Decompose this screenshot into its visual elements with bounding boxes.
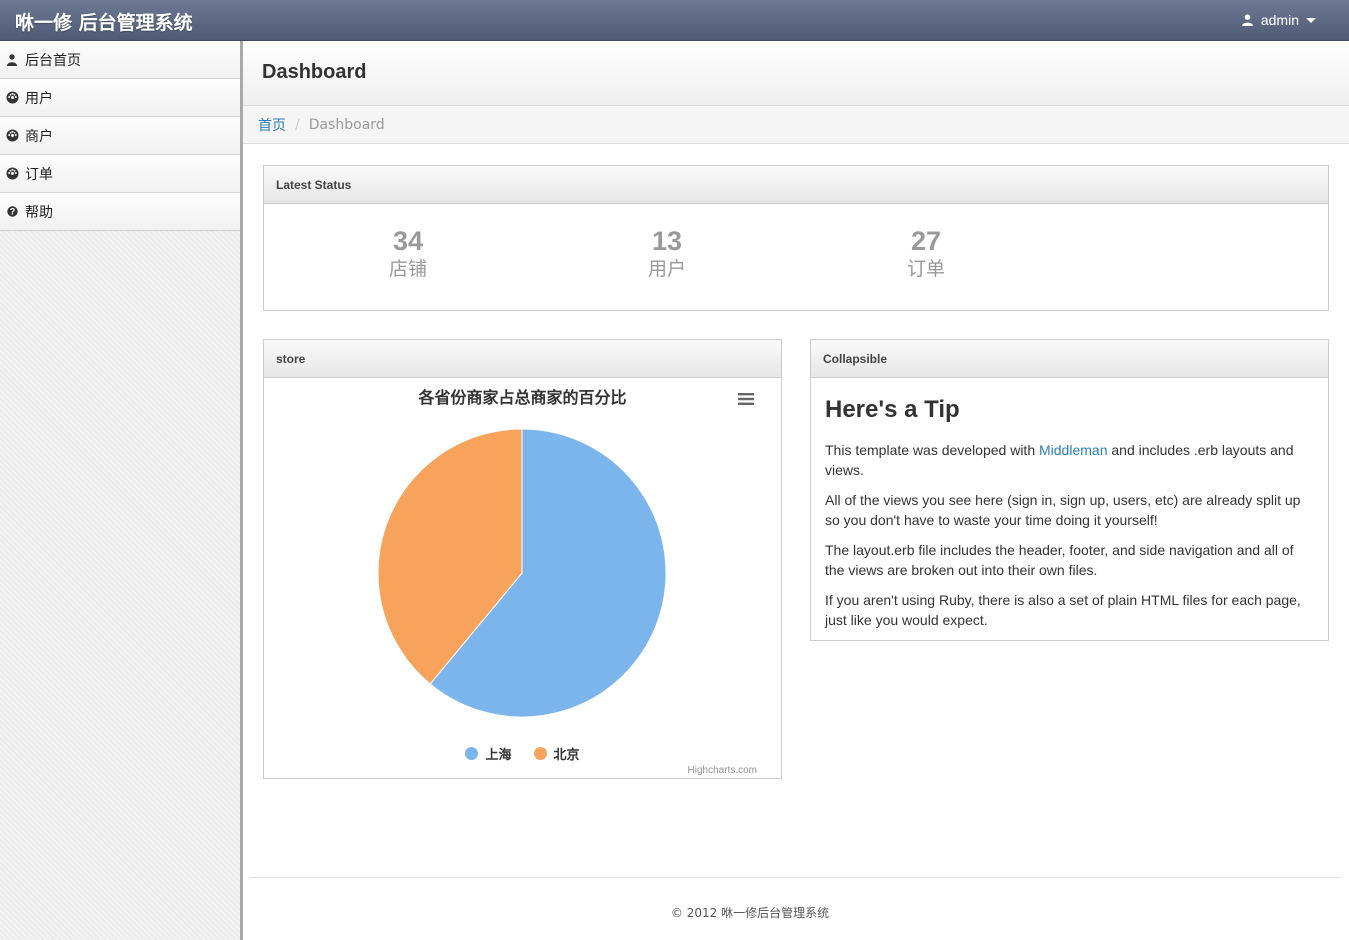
stat-stores: 34 店铺 [348, 226, 468, 282]
tip-paragraph: The layout.erb file includes the header,… [825, 542, 1294, 578]
sidebar-item-label: 后台首页 [25, 52, 81, 69]
main-content: Dashboard 首页 / Dashboard Latest Status 3… [243, 41, 1349, 940]
stat-users: 13 用户 [607, 226, 727, 282]
legend-label: 上海 [485, 748, 512, 763]
footer: © 2012 咻一修后台管理系统 [670, 906, 830, 920]
stat-label: 店铺 [388, 258, 427, 280]
stat-orders: 27 订单 [866, 226, 986, 282]
tip-paragraph: This template was developed with Middlem… [825, 442, 1294, 478]
latest-status-block: Latest Status 34 店铺 13 用户 27 订单 [263, 165, 1329, 311]
legend-marker [465, 747, 479, 760]
user-menu[interactable]: admin [1241, 12, 1316, 28]
store-block: store 各省份商家占总商家的百分比 上海 北京 Highcharts.com [263, 339, 782, 779]
chart-legend: 上海 北京 [264, 744, 781, 763]
middleman-link[interactable]: Middleman [1039, 442, 1107, 458]
chevron-down-icon [1306, 17, 1316, 23]
question-icon: ? [5, 205, 19, 219]
stat-label: 订单 [906, 258, 945, 280]
page-title: Dashboard [262, 61, 367, 83]
stat-value: 34 [392, 226, 424, 256]
sidebar-item-label: 用户 [25, 90, 53, 107]
tip-title: Here's a Tip [825, 396, 960, 423]
breadcrumb-separator: / [295, 116, 300, 133]
sidebar-item-orders[interactable]: 订单 [0, 155, 240, 193]
breadcrumb-current: Dashboard [308, 116, 385, 133]
sidebar-item-home[interactable]: 后台首页 [0, 41, 240, 79]
sidebar-item-label: 订单 [25, 166, 53, 183]
chart-credits[interactable]: Highcharts.com [688, 765, 757, 776]
breadcrumb: 首页 / Dashboard [243, 106, 1349, 144]
sidebar-item-label: 帮助 [25, 204, 53, 221]
sidebar-item-users[interactable]: 用户 [0, 79, 240, 117]
dashboard-icon [5, 129, 19, 143]
sidebar-item-help[interactable]: ? 帮助 [0, 193, 240, 231]
stat-label: 用户 [647, 258, 686, 280]
dashboard-icon [5, 91, 19, 105]
tip-paragraph: All of the views you see here (sign in, … [825, 492, 1301, 528]
sidebar-item-label: 商户 [25, 128, 53, 145]
legend-item-beijing[interactable]: 北京 [533, 744, 580, 763]
user-icon [1241, 14, 1253, 26]
legend-marker [533, 747, 547, 760]
pie-chart: 各省份商家占总商家的百分比 上海 北京 Highcharts.com [264, 378, 781, 778]
legend-item-shanghai[interactable]: 上海 [465, 744, 512, 763]
top-navbar: 咻一修 后台管理系统 admin [0, 0, 1349, 41]
brand-title[interactable]: 咻一修 后台管理系统 [15, 8, 193, 35]
block-header[interactable]: store [264, 340, 781, 378]
block-header[interactable]: Latest Status [264, 166, 1328, 204]
stat-value: 13 [651, 226, 683, 256]
block-header[interactable]: Collapsible [811, 340, 1328, 378]
footer-divider [250, 877, 1341, 878]
tip-paragraph: If you aren't using Ruby, there is also … [825, 592, 1301, 628]
legend-label: 北京 [553, 748, 580, 763]
breadcrumb-home-link[interactable]: 首页 [258, 115, 286, 135]
tip-block: Collapsible Here's a Tip This template w… [810, 339, 1329, 641]
page-header: Dashboard [243, 41, 1349, 106]
user-icon [5, 53, 19, 67]
pie-svg [377, 428, 667, 718]
stat-value: 27 [910, 226, 942, 256]
svg-text:?: ? [9, 207, 15, 217]
sidebar: 后台首页 用户 商户 订单 ? 帮助 [0, 41, 243, 940]
dashboard-icon [5, 167, 19, 181]
user-name: admin [1260, 12, 1299, 28]
sidebar-item-merchants[interactable]: 商户 [0, 117, 240, 155]
